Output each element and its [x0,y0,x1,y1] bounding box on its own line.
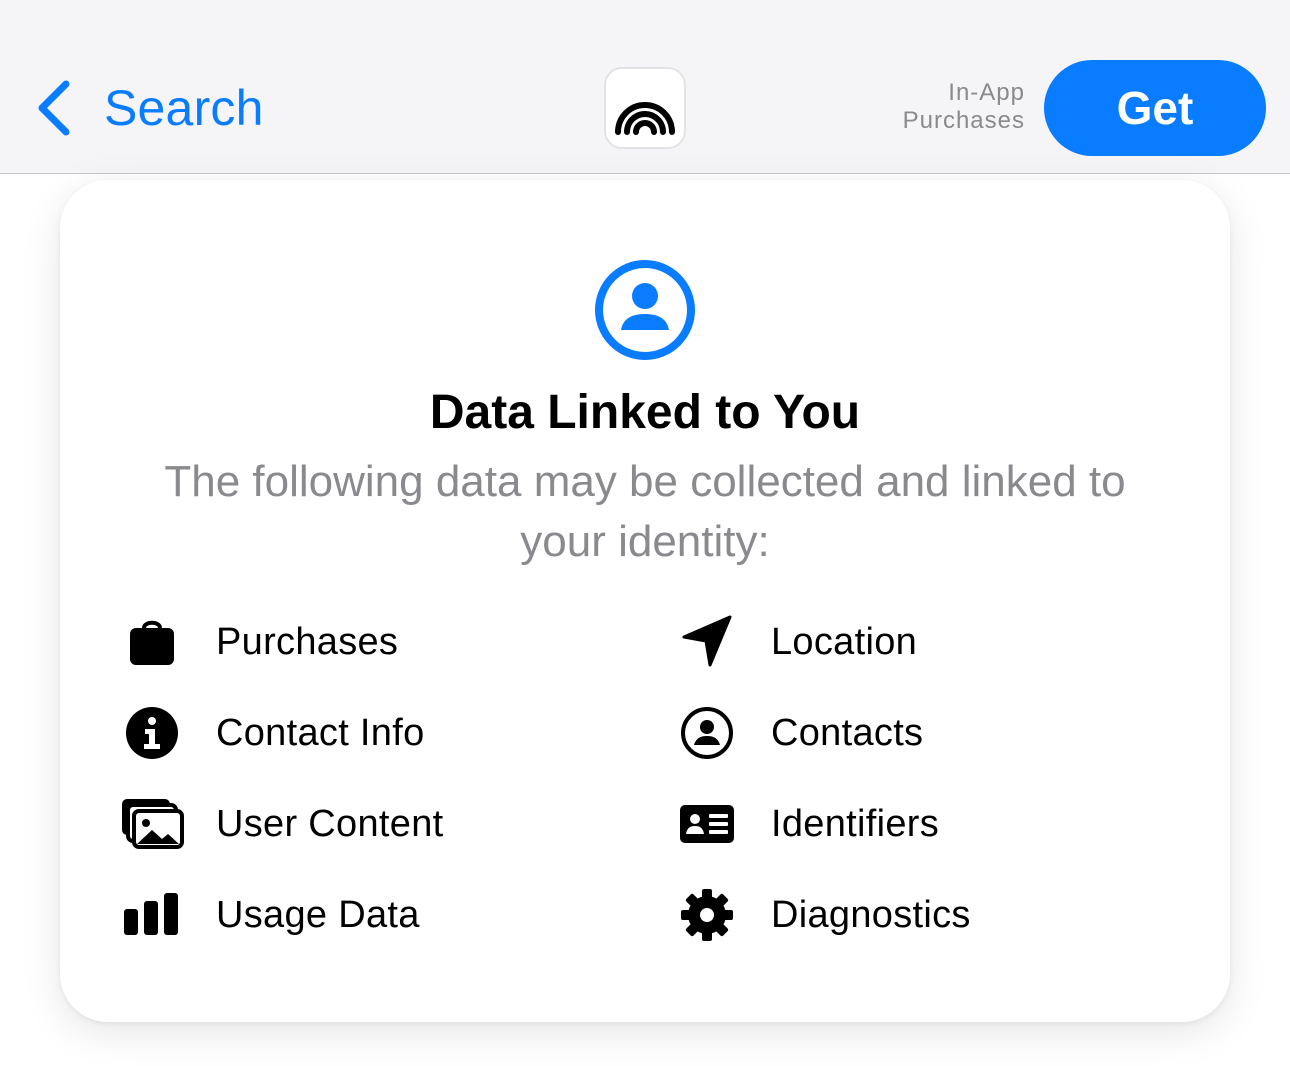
data-item-contact-info: Contact Info [120,703,424,763]
back-button[interactable]: Search [34,72,264,144]
app-logo-arcs-icon [615,102,675,135]
card-description: The following data may be collected and … [164,457,1126,566]
iap-line-2: Purchases [902,107,1025,134]
data-item-label: Identifiers [771,802,940,845]
back-label: Search [104,80,264,136]
info-circle-icon [126,707,178,759]
data-item-location: Location [675,612,917,672]
location-arrow-icon [682,615,732,667]
data-item-identifiers: Identifiers [675,794,939,854]
photos-icon [122,799,184,849]
data-item-label: User Content [216,802,444,845]
shopping-bag-icon [130,620,174,665]
data-item-contacts: Contacts [675,703,923,763]
data-item-usage-data: Usage Data [120,885,419,945]
in-app-purchases-note: In-App Purchases [903,79,1025,135]
chevron-left-icon [38,80,70,136]
privacy-card: Data Linked to You The following data ma… [60,180,1230,1022]
iap-line-1: In-App [948,79,1025,106]
data-item-label: Purchases [216,620,399,663]
gear-icon [681,889,733,941]
app-icon [604,67,686,149]
data-item-label: Location [771,620,918,663]
card-title: Data Linked to You [429,386,861,439]
person-circle-icon [595,260,695,360]
get-button[interactable]: Get [1044,60,1266,156]
data-item-purchases: Purchases [120,612,398,672]
navigation-bar: Search In-App Purchases Get [0,0,1290,174]
person-circle-outline-icon [681,707,733,759]
data-item-label: Usage Data [216,893,420,936]
bar-chart-icon [124,893,178,935]
data-item-user-content: User Content [120,794,443,854]
data-item-label: Diagnostics [771,893,971,936]
data-item-label: Contacts [771,711,924,754]
data-item-label: Contact Info [216,711,425,754]
id-card-icon [680,805,734,843]
data-item-diagnostics: Diagnostics [675,885,970,945]
